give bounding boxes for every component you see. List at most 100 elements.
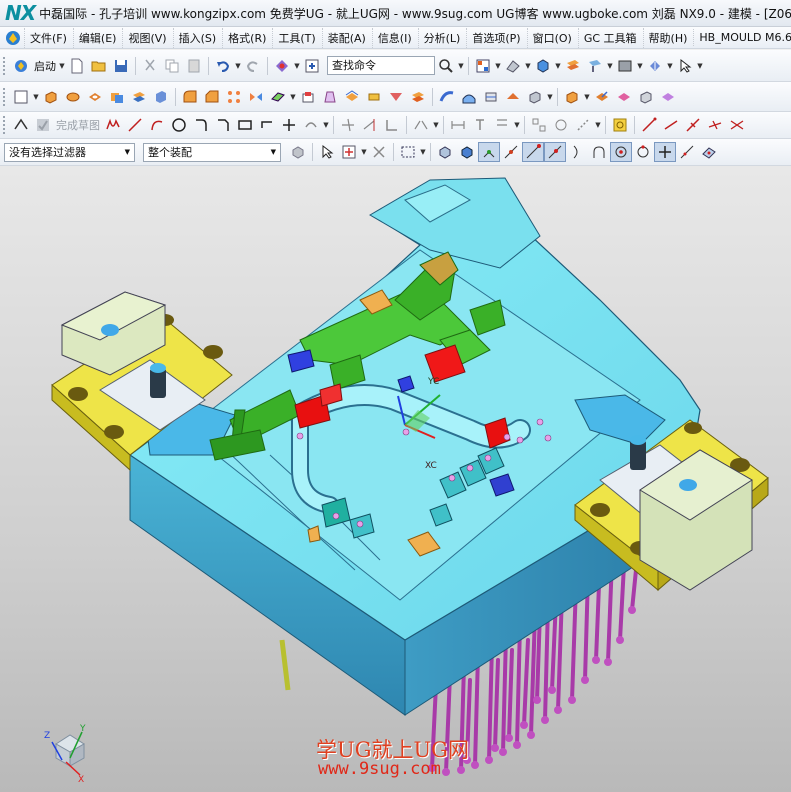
draft-icon[interactable] xyxy=(319,87,341,107)
selection-dropdown-icon[interactable]: ▼ xyxy=(696,56,704,76)
line-red-icon[interactable] xyxy=(638,115,660,135)
polygon-icon[interactable] xyxy=(256,115,278,135)
bisector-icon[interactable] xyxy=(726,115,748,135)
revolve-icon[interactable] xyxy=(62,87,84,107)
thicken-icon[interactable] xyxy=(363,87,385,107)
save-icon[interactable] xyxy=(110,56,132,76)
wcs-dropdown-icon[interactable]: ▼ xyxy=(606,56,614,76)
constraint-icon[interactable] xyxy=(469,115,491,135)
make-corner-icon[interactable] xyxy=(381,115,403,135)
snap-control-icon[interactable] xyxy=(522,142,544,162)
search-dropdown-icon[interactable]: ▼ xyxy=(457,56,465,76)
perpendicular-line-icon[interactable] xyxy=(682,115,704,135)
move-dropdown-icon[interactable]: ▼ xyxy=(666,56,674,76)
resize-face-icon[interactable] xyxy=(613,87,635,107)
cut-icon[interactable] xyxy=(139,56,161,76)
mirror-curve-icon[interactable] xyxy=(410,115,432,135)
sketch-dropdown-icon[interactable]: ▼ xyxy=(32,87,40,107)
trim-body-icon[interactable] xyxy=(385,87,407,107)
datum-plane-icon[interactable] xyxy=(267,87,289,107)
lock-icon[interactable] xyxy=(609,115,631,135)
type-filter-select[interactable]: 没有选择过滤器 ▼ xyxy=(4,142,135,162)
redo-icon[interactable] xyxy=(242,56,264,76)
rectangle-select-dropdown-icon[interactable]: ▼ xyxy=(419,142,427,162)
menu-format[interactable]: 格式(R) xyxy=(222,27,272,48)
menu-hb-mould[interactable]: HB_MOULD M6.6 xyxy=(693,29,791,46)
copy-icon[interactable] xyxy=(161,56,183,76)
mirror-icon[interactable] xyxy=(245,87,267,107)
search-icon[interactable] xyxy=(435,56,457,76)
quick-extend-icon[interactable] xyxy=(359,115,381,135)
synchronous-dropdown-icon[interactable]: ▼ xyxy=(546,87,554,107)
point-icon[interactable] xyxy=(278,115,300,135)
snap-midpoint-icon[interactable] xyxy=(500,142,522,162)
layout-icon[interactable] xyxy=(472,56,494,76)
layout-dropdown-icon[interactable]: ▼ xyxy=(494,56,502,76)
layer-icon[interactable] xyxy=(562,56,584,76)
dimension-icon[interactable] xyxy=(447,115,469,135)
start-dropdown-icon[interactable]: ▼ xyxy=(58,56,66,76)
assembly-select-icon[interactable] xyxy=(287,142,309,162)
menu-information[interactable]: 信息(I) xyxy=(371,27,418,48)
boolean-unite-icon[interactable] xyxy=(106,87,128,107)
mold-tools-dropdown-icon[interactable]: ▼ xyxy=(583,87,591,107)
new-file-icon[interactable] xyxy=(66,56,88,76)
background-dropdown-icon[interactable]: ▼ xyxy=(636,56,644,76)
snap-endpoint-icon[interactable] xyxy=(478,142,500,162)
paste-icon[interactable] xyxy=(183,56,205,76)
fillet-icon[interactable] xyxy=(190,115,212,135)
selection-icon[interactable] xyxy=(674,56,696,76)
deselect-icon[interactable] xyxy=(368,142,390,162)
command-finder-icon[interactable] xyxy=(301,56,323,76)
repeat-command-icon[interactable] xyxy=(271,56,293,76)
background-color-icon[interactable] xyxy=(614,56,636,76)
menu-gc-toolkit[interactable]: GC 工具箱 xyxy=(577,27,643,48)
shell-icon[interactable] xyxy=(297,87,319,107)
menu-analysis[interactable]: 分析(L) xyxy=(417,27,467,48)
pull-face-icon[interactable] xyxy=(635,87,657,107)
snap-point-icon[interactable] xyxy=(338,142,360,162)
graphics-viewport[interactable]: YC XC Z Y X xyxy=(0,166,791,792)
menu-edit[interactable]: 编辑(E) xyxy=(72,27,123,48)
hole-icon[interactable] xyxy=(84,87,106,107)
profile-icon[interactable] xyxy=(102,115,124,135)
delete-face-icon[interactable] xyxy=(524,87,546,107)
solid-view-icon[interactable] xyxy=(532,56,554,76)
menu-preferences[interactable]: 首选项(P) xyxy=(466,27,526,48)
display-constraints-icon[interactable] xyxy=(528,115,550,135)
sketch-icon[interactable] xyxy=(10,87,32,107)
command-search-input[interactable]: 查找命令 xyxy=(327,56,435,75)
undo-dropdown-icon[interactable]: ▼ xyxy=(234,56,242,76)
tangent-line-icon[interactable] xyxy=(660,115,682,135)
start-icon[interactable] xyxy=(10,56,32,76)
offset-curve-icon[interactable] xyxy=(300,115,322,135)
offset-region-icon[interactable] xyxy=(657,87,679,107)
sketch-task-icon[interactable] xyxy=(10,115,32,135)
transform-dropdown-icon[interactable]: ▼ xyxy=(432,115,440,135)
menu-assembly[interactable]: 装配(A) xyxy=(321,27,372,48)
select-feature-icon[interactable] xyxy=(316,142,338,162)
quick-trim-icon[interactable] xyxy=(337,115,359,135)
menu-tools[interactable]: 工具(T) xyxy=(272,27,321,48)
sweep-icon[interactable] xyxy=(436,87,458,107)
rectangle-select-icon[interactable] xyxy=(397,142,419,162)
app-menu-icon[interactable] xyxy=(5,29,21,47)
menu-window[interactable]: 窗口(O) xyxy=(526,27,578,48)
menu-file[interactable]: 文件(F) xyxy=(24,27,73,48)
mold-assembly-model[interactable]: YC XC Z Y X xyxy=(0,166,791,792)
curve-dropdown-icon[interactable]: ▼ xyxy=(322,115,330,135)
open-folder-icon[interactable] xyxy=(88,56,110,76)
render-dropdown-icon[interactable]: ▼ xyxy=(524,56,532,76)
constraint-dropdown-icon[interactable]: ▼ xyxy=(513,115,521,135)
undo-icon[interactable] xyxy=(212,56,234,76)
repeat-dropdown-icon[interactable]: ▼ xyxy=(293,56,301,76)
toolbar-grip[interactable] xyxy=(3,87,7,106)
snap-dropdown-icon[interactable]: ▼ xyxy=(360,142,368,162)
move-object-icon[interactable] xyxy=(644,56,666,76)
convert-reference-icon[interactable] xyxy=(572,115,594,135)
toolbar-grip[interactable] xyxy=(3,116,7,134)
chamfer-sketch-icon[interactable] xyxy=(212,115,234,135)
snap-arc-center-icon[interactable] xyxy=(588,142,610,162)
circle-icon[interactable] xyxy=(168,115,190,135)
toolbar-grip[interactable] xyxy=(3,56,7,75)
